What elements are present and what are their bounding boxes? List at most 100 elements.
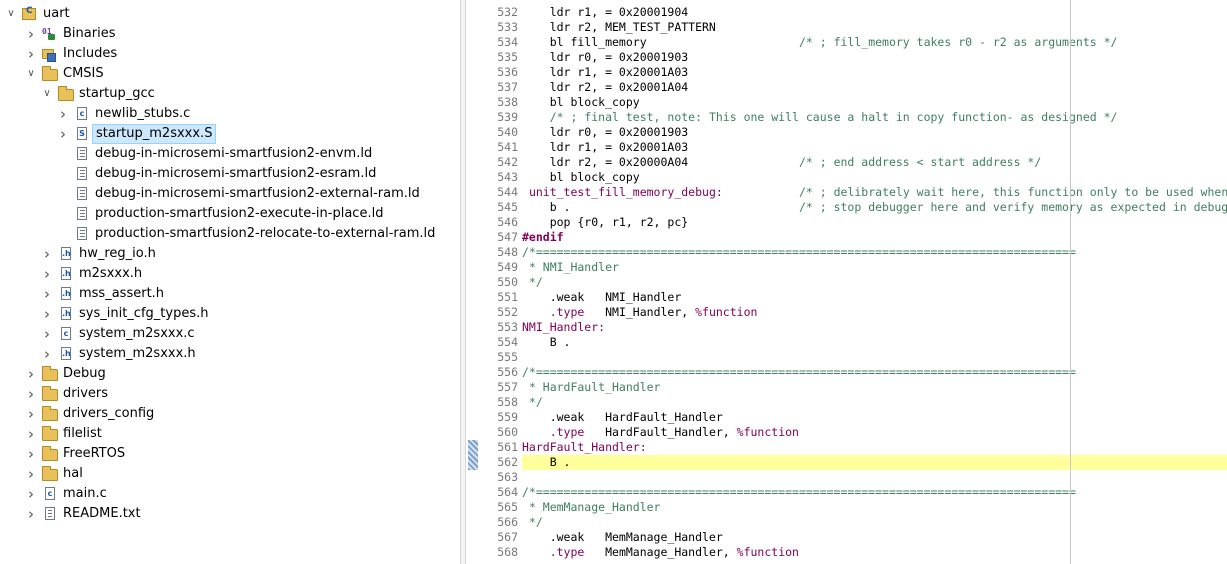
chevron-right-icon[interactable]: › (40, 245, 54, 263)
code-text[interactable]: ldr r2, = 0x20001A04 (522, 80, 1227, 95)
code-line[interactable]: 554 B . (478, 335, 1227, 350)
code-editor[interactable]: 532 ldr r1, = 0x20001904 533 ldr r2, MEM_… (466, 0, 1227, 564)
code-line[interactable]: 553 NMI_Handler: (478, 320, 1227, 335)
code-text[interactable]: ldr r2, MEM_TEST_PATTERN (522, 20, 1227, 35)
tree-item[interactable]: › .h sys_init_cfg_types.h (0, 304, 460, 324)
code-line[interactable]: 541 ldr r1, = 0x20001A03 (478, 140, 1227, 155)
tree-item[interactable]: › .h m2sxxx.h (0, 264, 460, 284)
code-text[interactable]: /*======================================… (522, 365, 1227, 380)
tree-item[interactable]: › c main.c (0, 484, 460, 504)
code-line[interactable]: 537 ldr r2, = 0x20001A04 (478, 80, 1227, 95)
tree-item[interactable]: › c system_m2sxxx.c (0, 324, 460, 344)
code-text[interactable]: ldr r0, = 0x20001903 (522, 125, 1227, 140)
code-line[interactable]: 542 ldr r2, = 0x20000A04 /* ; end addres… (478, 155, 1227, 170)
chevron-right-icon[interactable]: › (40, 325, 54, 343)
tree-item[interactable]: › drivers_config (0, 404, 460, 424)
code-line[interactable]: 561 HardFault_Handler: (478, 440, 1227, 455)
code-text[interactable]: pop {r0, r1, r2, pc} (522, 215, 1227, 230)
tree-item[interactable]: › Debug (0, 364, 460, 384)
code-text[interactable]: * MemManage_Handler (522, 500, 1227, 515)
tree-item[interactable]: › hal (0, 464, 460, 484)
chevron-right-icon[interactable]: › (56, 125, 70, 143)
code-text[interactable]: .type NMI_Handler, %function (522, 305, 1227, 320)
code-text[interactable]: */ (522, 515, 1227, 530)
code-line[interactable]: 550 */ (478, 275, 1227, 290)
code-text[interactable]: bl block_copy (522, 95, 1227, 110)
chevron-right-icon[interactable]: › (24, 425, 38, 443)
code-text[interactable]: bl fill_memory /* ; fill_memory takes r0… (522, 35, 1227, 50)
code-line[interactable]: 563 (478, 470, 1227, 485)
chevron-right-icon[interactable]: › (24, 485, 38, 503)
code-line[interactable]: 567 .weak MemManage_Handler (478, 530, 1227, 545)
code-text[interactable]: */ (522, 395, 1227, 410)
code-line[interactable]: 548 /*===================================… (478, 245, 1227, 260)
code-line[interactable]: 552 .type NMI_Handler, %function (478, 305, 1227, 320)
code-line[interactable]: 557 * HardFault_Handler (478, 380, 1227, 395)
code-text[interactable]: ldr r1, = 0x20001A03 (522, 65, 1227, 80)
tree-item[interactable]: › .h hw_reg_io.h (0, 244, 460, 264)
code-line[interactable]: 551 .weak NMI_Handler (478, 290, 1227, 305)
chevron-right-icon[interactable]: › (24, 45, 38, 63)
chevron-right-icon[interactable]: › (40, 305, 54, 323)
tree-item[interactable]: › Sstartup_m2sxxx.S (0, 124, 460, 144)
code-line[interactable]: 562 B . (478, 455, 1227, 470)
tree-item[interactable]: ∨ CMSIS (0, 64, 460, 84)
tree-item[interactable]: ∨ startup_gcc (0, 84, 460, 104)
code-text[interactable]: unit_test_fill_memory_debug: /* ; delibr… (522, 185, 1227, 200)
code-line[interactable]: 543 bl block_copy (478, 170, 1227, 185)
code-text[interactable]: /*======================================… (522, 245, 1227, 260)
tree-item[interactable]: › Binaries (0, 24, 460, 44)
code-line[interactable]: 536 ldr r1, = 0x20001A03 (478, 65, 1227, 80)
code-line[interactable]: 533 ldr r2, MEM_TEST_PATTERN (478, 20, 1227, 35)
code-text[interactable]: /* ; final test, note: This one will cau… (522, 110, 1227, 125)
tree-item[interactable]: › FreeRTOS (0, 444, 460, 464)
chevron-down-icon[interactable]: ∨ (4, 5, 18, 23)
code-line[interactable]: 544 unit_test_fill_memory_debug: /* ; de… (478, 185, 1227, 200)
code-line[interactable]: 538 bl block_copy (478, 95, 1227, 110)
chevron-down-icon[interactable]: ∨ (24, 65, 38, 83)
tree-item[interactable]: › Includes (0, 44, 460, 64)
chevron-down-icon[interactable]: ∨ (40, 85, 54, 103)
code-text[interactable]: ldr r0, = 0x20001903 (522, 50, 1227, 65)
code-text[interactable]: B . (522, 335, 1227, 350)
chevron-right-icon[interactable]: › (24, 365, 38, 383)
code-text[interactable]: .weak MemManage_Handler (522, 530, 1227, 545)
code-text[interactable]: ldr r2, = 0x20000A04 /* ; end address < … (522, 155, 1227, 170)
tree-item[interactable]: › c newlib_stubs.c (0, 104, 460, 124)
code-line[interactable]: 540 ldr r0, = 0x20001903 (478, 125, 1227, 140)
code-line[interactable]: 568 .type MemManage_Handler, %function (478, 545, 1227, 560)
code-line[interactable]: 539 /* ; final test, note: This one will… (478, 110, 1227, 125)
tree-item[interactable]: debug-in-microsemi-smartfusion2-envm.ld (0, 144, 460, 164)
code-line[interactable]: 546 pop {r0, r1, r2, pc} (478, 215, 1227, 230)
code-line[interactable]: 534 bl fill_memory /* ; fill_memory take… (478, 35, 1227, 50)
code-text[interactable]: * NMI_Handler (522, 260, 1227, 275)
chevron-right-icon[interactable]: › (24, 405, 38, 423)
code-text[interactable]: HardFault_Handler: (522, 440, 1227, 455)
chevron-right-icon[interactable]: › (40, 285, 54, 303)
code-text[interactable]: B . (522, 455, 1227, 470)
overview-ruler[interactable] (466, 0, 478, 564)
tree-item[interactable]: › .h mss_assert.h (0, 284, 460, 304)
code-line[interactable]: 565 * MemManage_Handler (478, 500, 1227, 515)
code-lines[interactable]: 532 ldr r1, = 0x20001904 533 ldr r2, MEM_… (478, 5, 1227, 560)
code-line[interactable]: 547 #endif (478, 230, 1227, 245)
code-text[interactable]: #endif (522, 230, 1227, 245)
code-line[interactable]: 564 /*===================================… (478, 485, 1227, 500)
chevron-right-icon[interactable]: › (24, 25, 38, 43)
chevron-right-icon[interactable]: › (40, 265, 54, 283)
chevron-right-icon[interactable]: › (24, 445, 38, 463)
chevron-right-icon[interactable]: › (24, 505, 38, 523)
tree-item[interactable]: ∨ uart (0, 4, 460, 24)
tree-item[interactable]: production-smartfusion2-relocate-to-exte… (0, 224, 460, 244)
code-line[interactable]: 560 .type HardFault_Handler, %function (478, 425, 1227, 440)
code-text[interactable]: .weak NMI_Handler (522, 290, 1227, 305)
chevron-right-icon[interactable]: › (40, 345, 54, 363)
code-text[interactable]: b . /* ; stop debugger here and verify m… (522, 200, 1227, 215)
code-line[interactable]: 566 */ (478, 515, 1227, 530)
tree-item[interactable]: › .h system_m2sxxx.h (0, 344, 460, 364)
tree-item[interactable]: debug-in-microsemi-smartfusion2-esram.ld (0, 164, 460, 184)
code-text[interactable]: .type HardFault_Handler, %function (522, 425, 1227, 440)
code-text[interactable]: .type MemManage_Handler, %function (522, 545, 1227, 560)
tree-item[interactable]: production-smartfusion2-execute-in-place… (0, 204, 460, 224)
chevron-right-icon[interactable]: › (24, 465, 38, 483)
